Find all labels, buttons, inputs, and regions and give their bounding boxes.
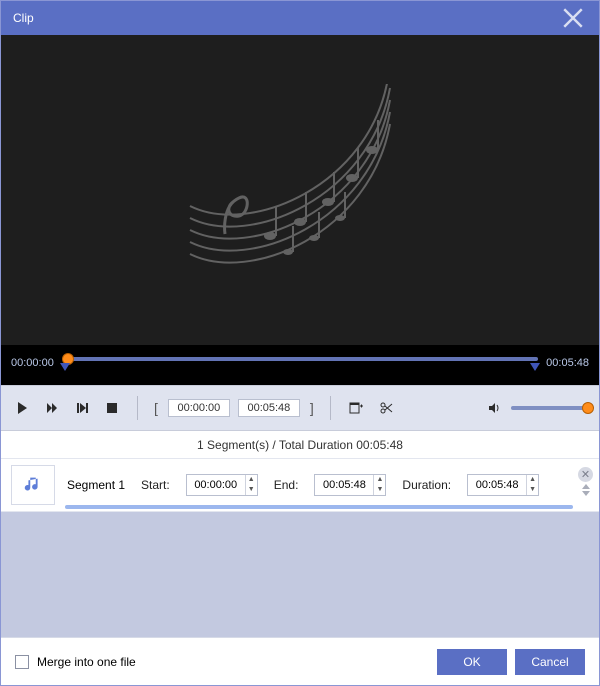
timeline-end-label: 00:05:48 <box>546 357 589 369</box>
merge-checkbox[interactable] <box>15 655 29 669</box>
spin-down-icon[interactable]: ▼ <box>246 485 257 495</box>
spin-up-icon[interactable]: ▲ <box>374 475 385 485</box>
move-up-icon[interactable] <box>582 484 590 489</box>
media-preview <box>1 35 599 345</box>
range-out-field[interactable]: 00:05:48 <box>238 399 300 417</box>
volume-slider[interactable] <box>511 406 589 410</box>
segments-summary: 1 Segment(s) / Total Duration 00:05:48 <box>1 431 599 459</box>
playback-controls: [ 00:00:00 00:05:48 ] <box>1 385 599 431</box>
segment-progress-bar <box>65 505 573 509</box>
segment-start-input[interactable]: ▲▼ <box>186 474 258 496</box>
volume-button[interactable] <box>483 397 505 419</box>
in-marker[interactable] <box>60 363 70 371</box>
fast-forward-icon <box>45 401 59 415</box>
empty-area <box>1 512 599 637</box>
fast-forward-button[interactable] <box>41 397 63 419</box>
timeline-start-label: 00:00:00 <box>11 357 54 369</box>
window-title: Clip <box>13 11 34 25</box>
move-down-icon[interactable] <box>582 491 590 496</box>
spin-down-icon[interactable]: ▼ <box>374 485 385 495</box>
volume-control <box>483 397 589 419</box>
speaker-icon <box>487 401 501 415</box>
timeline-track[interactable] <box>62 351 538 375</box>
play-icon <box>15 401 29 415</box>
segment-end-input[interactable]: ▲▼ <box>314 474 386 496</box>
spin-down-icon[interactable]: ▼ <box>527 485 538 495</box>
spin-up-icon[interactable]: ▲ <box>527 475 538 485</box>
cut-button[interactable] <box>375 397 397 419</box>
delete-segment-button[interactable]: ✕ <box>578 467 593 482</box>
stop-icon <box>105 401 119 415</box>
step-icon <box>75 401 89 415</box>
clip-dialog: Clip <box>0 0 600 686</box>
play-button[interactable] <box>11 397 33 419</box>
end-label: End: <box>274 478 299 492</box>
segment-duration-input[interactable]: ▲▼ <box>467 474 539 496</box>
bracket-right-icon[interactable]: ] <box>308 400 316 416</box>
close-icon <box>559 4 587 32</box>
scissors-icon <box>379 401 393 415</box>
timeline: 00:00:00 00:05:48 <box>1 345 599 385</box>
bracket-left-icon[interactable]: [ <box>152 400 160 416</box>
range-in-field[interactable]: 00:00:00 <box>168 399 230 417</box>
segment-name: Segment 1 <box>67 478 125 492</box>
segment-row[interactable]: Segment 1 Start: ▲▼ End: ▲▼ Duration: ▲▼… <box>1 459 599 512</box>
stop-button[interactable] <box>101 397 123 419</box>
new-segment-button[interactable] <box>345 397 367 419</box>
music-art-icon <box>170 84 430 297</box>
film-plus-icon <box>349 401 363 415</box>
segment-duration-value[interactable] <box>468 479 526 491</box>
next-frame-button[interactable] <box>71 397 93 419</box>
segment-thumbnail <box>11 465 55 505</box>
out-marker[interactable] <box>530 363 540 371</box>
cancel-button[interactable]: Cancel <box>515 649 585 675</box>
start-label: Start: <box>141 478 170 492</box>
duration-label: Duration: <box>402 478 451 492</box>
merge-label: Merge into one file <box>37 655 136 669</box>
segment-start-value[interactable] <box>187 479 245 491</box>
ok-button[interactable]: OK <box>437 649 507 675</box>
titlebar: Clip <box>1 1 599 35</box>
preview-area: 00:00:00 00:05:48 <box>1 35 599 385</box>
music-note-icon <box>22 474 44 496</box>
segment-end-value[interactable] <box>315 479 373 491</box>
spin-up-icon[interactable]: ▲ <box>246 475 257 485</box>
volume-thumb[interactable] <box>582 402 594 414</box>
footer: Merge into one file OK Cancel <box>1 637 599 685</box>
close-button[interactable] <box>559 4 587 32</box>
